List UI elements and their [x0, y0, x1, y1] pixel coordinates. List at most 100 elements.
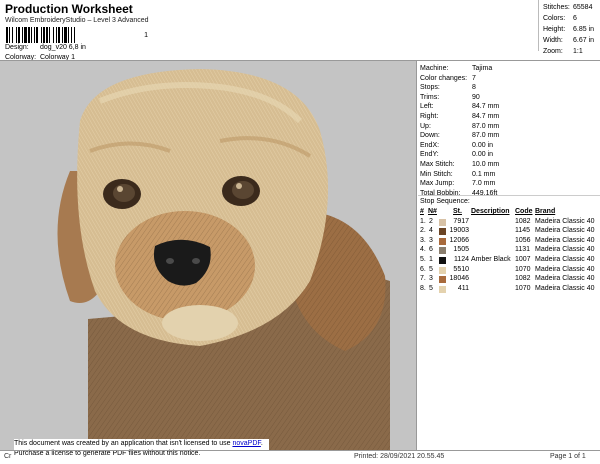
footer-left: Cr — [4, 453, 12, 460]
param-label: Stops: — [420, 84, 440, 92]
barcode-bar — [64, 27, 67, 43]
param-value: 84.7 mm — [472, 103, 500, 111]
param-label: Max Jump: — [420, 180, 455, 188]
summary-value: 65584 — [573, 4, 593, 11]
param-label: Max Stitch: — [420, 160, 455, 168]
barcode-bar — [46, 27, 48, 43]
thread-code: 1145 — [515, 227, 531, 235]
param-row: Max Jump: 7.0 mm — [420, 179, 499, 189]
dog-embroidery-image — [57, 69, 390, 450]
summary-row: Zoom: 1:1 — [543, 46, 594, 57]
color-swatch — [439, 218, 446, 226]
needle-number: 2 — [429, 217, 433, 225]
param-label: Min Stitch: — [420, 170, 453, 178]
summary-label: Height: — [543, 26, 566, 33]
printed-date: Printed: 28/09/2021 20.55.45 — [354, 453, 445, 460]
thread-brand: Madeira Classic 40 — [535, 227, 595, 235]
needle-number: 5 — [429, 284, 433, 292]
barcode-bar — [6, 27, 8, 43]
summary-row: Stitches: 65584 — [543, 2, 594, 13]
color-swatch — [439, 256, 446, 264]
stop-sequence-divider — [418, 195, 600, 196]
summary-divider — [538, 0, 539, 51]
thread-code: 1082 — [515, 275, 531, 283]
barcode-bar — [28, 27, 30, 43]
row-number: 6. — [420, 265, 426, 273]
barcode-bar — [56, 27, 57, 43]
page-number: Page 1 of 1 — [550, 453, 586, 460]
column-header: # — [420, 208, 424, 215]
param-label: EndX: — [420, 141, 440, 149]
barcode-number: 1 — [144, 32, 148, 39]
barcode-bar — [58, 27, 60, 43]
param-value: 84.7 mm — [472, 112, 500, 120]
needle-number: 4 — [429, 227, 433, 235]
barcode-bars — [6, 27, 75, 43]
thread-code: 1007 — [515, 255, 531, 263]
param-value: 87.0 mm — [472, 132, 500, 140]
param-row: Right: 84.7 mm — [420, 112, 499, 122]
param-value: 90 — [472, 93, 480, 101]
needle-number: 5 — [429, 265, 433, 273]
stitch-count: 1124 — [453, 255, 469, 263]
thread-code: 1056 — [515, 236, 531, 244]
param-row: Min Stitch: 0.1 mm — [420, 170, 499, 180]
summary-label: Zoom: — [543, 48, 563, 55]
thread-code: 1082 — [515, 217, 531, 225]
barcode-bar — [12, 27, 13, 43]
design-label: Design: — [5, 44, 29, 51]
row-number: 4. — [420, 246, 426, 254]
param-row: Trims: 90 — [420, 93, 499, 103]
stitch-count: 5510 — [453, 265, 469, 273]
needle-number: 3 — [429, 275, 433, 283]
param-value: 0.00 in — [472, 141, 494, 149]
stitch-count: 7917 — [453, 217, 469, 225]
barcode-bar — [62, 27, 63, 43]
thread-brand: Madeira Classic 40 — [535, 236, 595, 244]
barcode-bar — [71, 27, 72, 43]
barcode-bar — [24, 27, 27, 43]
param-label: Left: — [420, 103, 434, 111]
design-summary: Stitches: 65584 Colors: 6 Height: 6.85 in Widt… — [543, 2, 594, 57]
column-header: St. — [453, 208, 462, 215]
design-preview — [0, 61, 416, 450]
param-label: Total Bobbin: — [420, 189, 461, 197]
row-number: 7. — [420, 275, 426, 283]
notice-line1-end: . — [260, 440, 263, 447]
design-row: Design: dog_v20 6,8 in — [5, 44, 86, 51]
param-value: Tajima — [472, 65, 493, 72]
column-header: Brand — [535, 208, 556, 215]
param-value: 7 — [472, 74, 476, 82]
column-header: Code — [515, 208, 533, 215]
param-value: 0.00 in — [472, 151, 494, 159]
param-value: 0.1 mm — [472, 170, 496, 178]
param-row: Max Stitch: 10.0 mm — [420, 160, 499, 170]
column-header: Description — [471, 208, 510, 215]
thread-code: 1070 — [515, 265, 531, 273]
color-swatch — [439, 228, 446, 236]
novapdf-link[interactable]: novaPDF — [232, 440, 260, 447]
barcode-bar — [43, 27, 45, 43]
param-row: Machine: Tajima — [420, 64, 499, 74]
barcode-bar — [41, 27, 42, 43]
param-label: Machine: — [420, 65, 449, 72]
summary-value: 6.85 in — [573, 26, 595, 33]
color-swatch — [439, 266, 446, 274]
column-header: N# — [428, 208, 437, 215]
barcode: 1 — [6, 27, 156, 43]
summary-value: 6.67 in — [573, 37, 595, 44]
barcode-bar — [31, 27, 32, 43]
footer-divider — [0, 450, 600, 451]
design-value: dog_v20 6,8 in — [40, 44, 86, 51]
thread-brand: Madeira Classic 40 — [535, 284, 595, 292]
row-number: 3. — [420, 236, 426, 244]
stop-sequence-heading: Stop Sequence: — [420, 198, 470, 205]
page-title: Production Worksheet — [5, 2, 133, 16]
stitch-count: 19003 — [449, 227, 469, 235]
thread-brand: Madeira Classic 40 — [535, 275, 595, 283]
thread-brand: Madeira Classic 40 — [535, 265, 595, 273]
needle-number: 6 — [429, 246, 433, 254]
row-number: 5. — [420, 255, 426, 263]
stitch-count: 18046 — [449, 275, 469, 283]
summary-value: 6 — [573, 15, 577, 22]
